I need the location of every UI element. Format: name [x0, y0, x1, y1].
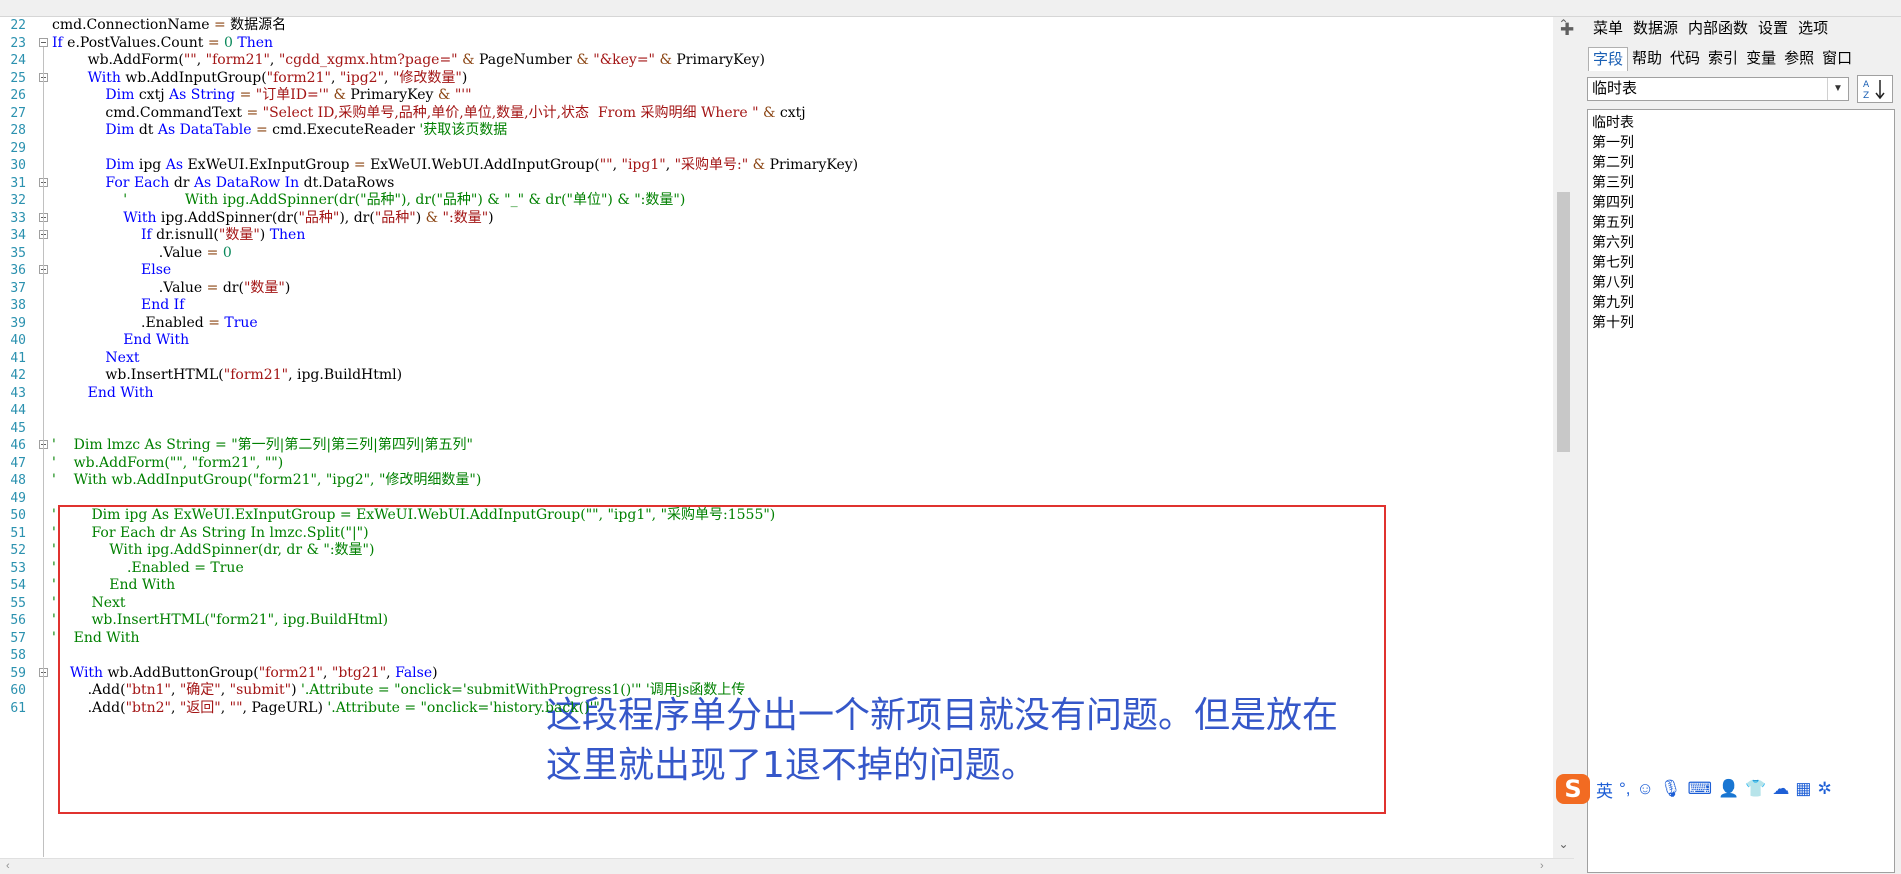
tab-5[interactable]: 参照 — [1780, 47, 1818, 71]
ime-toolbar: S 英 °, ☺ 🎙 ⌨ 👤 👕 ☁ ▦ ✲ — [1556, 772, 1901, 806]
vertical-scrollbar[interactable]: ⌃ ⌄ — [1553, 17, 1574, 858]
tab-1[interactable]: 帮助 — [1628, 47, 1666, 71]
list-item[interactable]: 第十列 — [1592, 312, 1634, 332]
emoji-icon[interactable]: ☺ — [1637, 779, 1654, 799]
code-line[interactable]: 61 .Add("btn2", "返回", "", PageURL) '.Att… — [0, 698, 1553, 719]
panel-tabbar: 字段 帮助 代码 索引 变量 参照 窗口 — [1588, 47, 1856, 71]
list-item[interactable]: 第八列 — [1592, 272, 1634, 292]
chevron-down-icon[interactable]: ▼ — [1827, 78, 1848, 100]
line-number: 61 — [10, 700, 26, 716]
list-item[interactable]: 第四列 — [1592, 192, 1634, 212]
skin-icon[interactable]: 👕 — [1745, 779, 1766, 799]
svg-text:A: A — [1863, 80, 1870, 90]
horizontal-scrollbar[interactable]: ‹ › — [0, 858, 1574, 874]
list-item[interactable]: 第二列 — [1592, 152, 1634, 172]
sort-button[interactable]: A Z — [1857, 75, 1893, 103]
menu-item-4[interactable]: 选项 — [1793, 17, 1833, 41]
apps-icon[interactable]: ▦ — [1795, 779, 1811, 799]
sogou-logo[interactable]: S — [1556, 774, 1590, 804]
list-item[interactable]: 临时表 — [1592, 112, 1634, 132]
table-select[interactable]: 临时表 ▼ — [1587, 77, 1849, 101]
assistant-icon[interactable]: ☁ — [1772, 779, 1789, 799]
menu-item-0[interactable]: 菜单 — [1588, 17, 1628, 41]
field-list[interactable]: 临时表 第一列 第二列 第三列 第四列 第五列 第六列 第七列 第八列 第九列 第十列 — [1587, 109, 1895, 873]
tab-0[interactable]: 字段 — [1588, 47, 1629, 71]
settings-icon[interactable]: ✲ — [1817, 779, 1831, 799]
panel-menubar: 菜单 数据源 内部函数 设置 选项 — [1588, 17, 1833, 41]
title-strip — [0, 0, 1901, 17]
sort-az-icon: A Z — [1863, 80, 1885, 101]
list-item[interactable]: 第一列 — [1592, 132, 1634, 152]
tab-3[interactable]: 索引 — [1704, 47, 1742, 71]
list-item[interactable]: 第七列 — [1592, 252, 1634, 272]
ime-mode[interactable]: 英 — [1596, 777, 1613, 802]
keyboard-icon[interactable]: ⌨ — [1687, 779, 1712, 799]
list-item[interactable]: 第九列 — [1592, 292, 1634, 312]
menu-item-3[interactable]: 设置 — [1753, 17, 1793, 41]
scroll-thumb[interactable] — [1557, 192, 1570, 452]
list-item[interactable]: 第五列 — [1592, 212, 1634, 232]
fold-guide — [43, 47, 44, 857]
code-editor[interactable]: 这段程序单分出一个新项目就没有问题。但是放在这里就出现了1退不掉的问题。 22 c… — [0, 17, 1553, 858]
right-panel: 菜单 数据源 内部函数 设置 选项 字段 帮助 代码 索引 变量 参照 窗口 临时表 ▼ A Z 临… — [1574, 17, 1901, 873]
scroll-right-icon[interactable]: › — [1540, 859, 1544, 874]
svg-text:Z: Z — [1863, 91, 1869, 101]
scroll-left-icon[interactable]: ‹ — [6, 859, 10, 874]
ime-punct[interactable]: °, — [1619, 779, 1631, 799]
tab-6[interactable]: 窗口 — [1818, 47, 1856, 71]
pin-icon[interactable]: ✚ — [1560, 20, 1574, 40]
tab-2[interactable]: 代码 — [1666, 47, 1704, 71]
mic-icon[interactable]: 🎙 — [1660, 779, 1682, 799]
list-item[interactable]: 第三列 — [1592, 172, 1634, 192]
code-text: .Add("btn2", "返回", "", PageURL) '.Attrib… — [52, 699, 600, 716]
menu-item-2[interactable]: 内部函数 — [1683, 17, 1753, 41]
user-icon[interactable]: 👤 — [1718, 779, 1739, 799]
list-item[interactable]: 第六列 — [1592, 232, 1634, 252]
scroll-down-icon[interactable]: ⌄ — [1553, 837, 1574, 851]
table-select-value: 临时表 — [1592, 80, 1638, 97]
tab-4[interactable]: 变量 — [1742, 47, 1780, 71]
menu-item-1[interactable]: 数据源 — [1628, 17, 1683, 41]
fold-toggle-icon[interactable] — [39, 37, 48, 47]
